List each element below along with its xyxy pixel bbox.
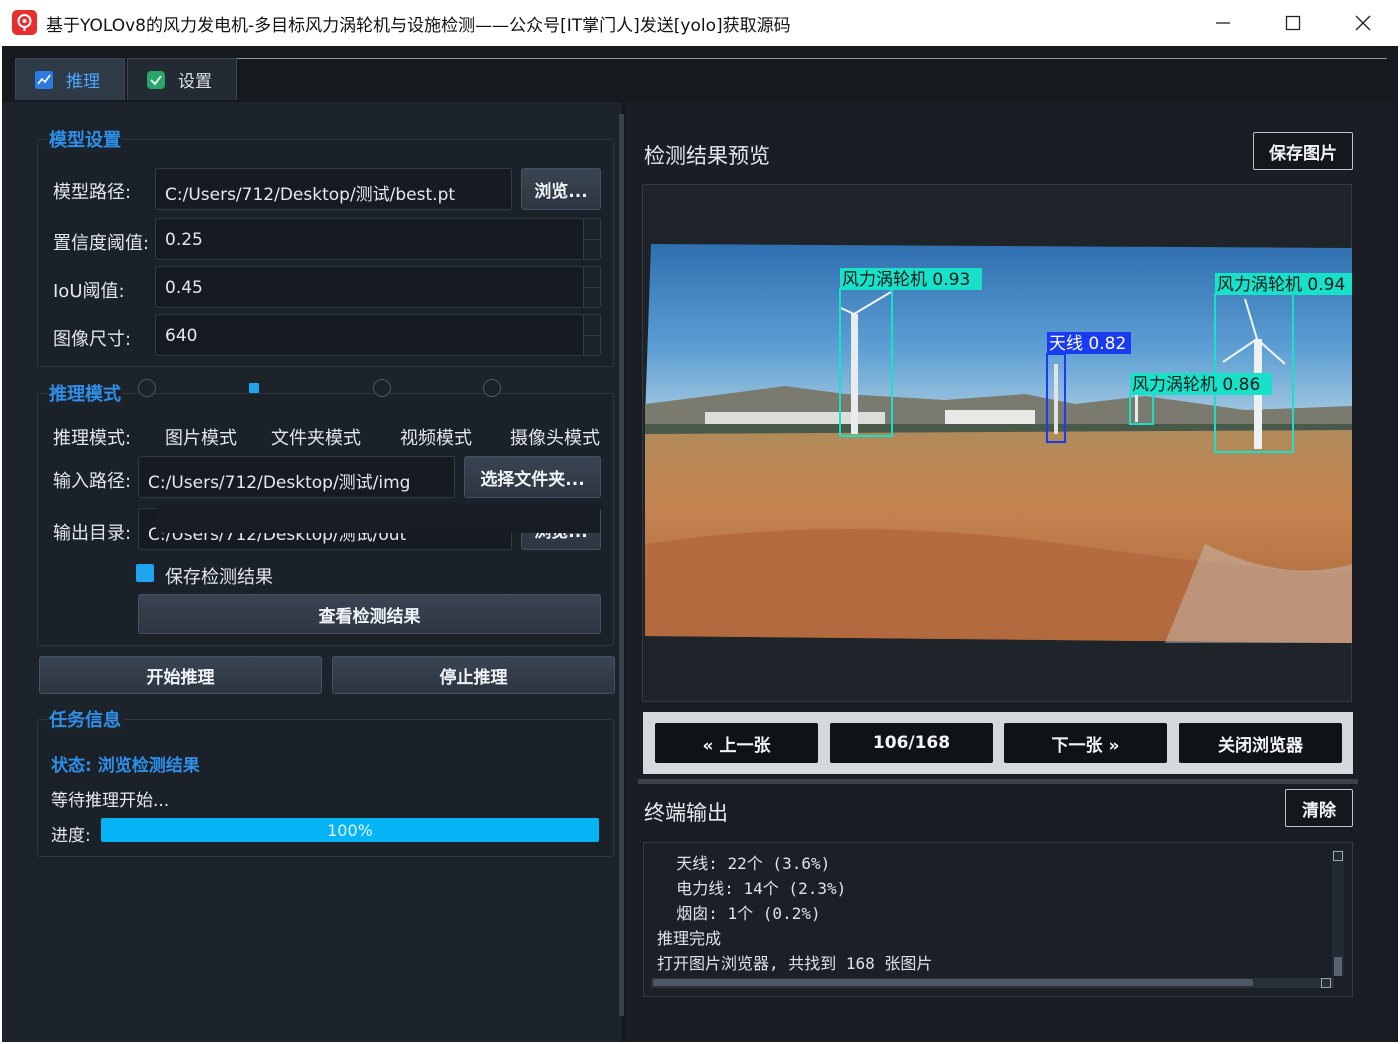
radio-image-mode[interactable] bbox=[138, 379, 156, 397]
imgsz-value: 640 bbox=[165, 326, 198, 346]
waiting-message: 等待推理开始... bbox=[51, 791, 170, 811]
next-image-button[interactable]: 下一张 » bbox=[1004, 723, 1167, 763]
iou-spinbox[interactable]: 0.45 bbox=[155, 266, 601, 308]
save-results-row bbox=[156, 505, 600, 533]
maximize-icon bbox=[1285, 15, 1301, 31]
close-browser-button[interactable]: 关闭浏览器 bbox=[1179, 723, 1342, 763]
scroll-right-icon[interactable] bbox=[1321, 978, 1331, 988]
imgsz-spin-arrows[interactable] bbox=[583, 315, 600, 355]
view-results-button[interactable]: 查看检测结果 bbox=[138, 594, 601, 634]
mode-label: 推理模式: bbox=[53, 428, 132, 449]
title-bar: 基于YOLOv8的风力发电机-多目标风力涡轮机与设施检测——公众号[IT掌门人]… bbox=[0, 0, 1400, 46]
model-path-input[interactable]: C:/Users/712/Desktop/测试/best.pt bbox=[155, 168, 512, 210]
terminal-horizontal-scroll-thumb[interactable] bbox=[653, 979, 1253, 986]
save-image-button[interactable]: 保存图片 bbox=[1253, 132, 1353, 170]
scroll-up-icon[interactable] bbox=[1333, 851, 1343, 861]
checkmark-icon bbox=[146, 70, 166, 90]
start-inference-button[interactable]: 开始推理 bbox=[39, 656, 322, 694]
window-title: 基于YOLOv8的风力发电机-多目标风力涡轮机与设施检测——公众号[IT掌门人]… bbox=[46, 16, 791, 36]
iou-value: 0.45 bbox=[165, 278, 203, 298]
radio-folder-mode[interactable] bbox=[249, 383, 259, 393]
input-path-label: 输入路径: bbox=[53, 471, 132, 492]
tab-bar-line bbox=[237, 58, 1387, 59]
image-mode-label[interactable]: 图片模式 bbox=[165, 424, 237, 450]
chart-icon bbox=[34, 70, 54, 90]
tab-inference[interactable]: 推理 bbox=[15, 58, 125, 100]
close-button[interactable] bbox=[1328, 0, 1398, 46]
task-info-title: 任务信息 bbox=[47, 706, 123, 732]
terminal-line: 天线: 22个 (3.6%) bbox=[657, 854, 831, 873]
terminal-line: 电力线: 14个 (2.3%) bbox=[657, 879, 847, 898]
imgsz-spinbox[interactable]: 640 bbox=[155, 314, 601, 356]
model-settings-title: 模型设置 bbox=[47, 126, 123, 152]
input-path-field[interactable]: C:/Users/712/Desktop/测试/img bbox=[138, 456, 455, 498]
clear-button[interactable]: 清除 bbox=[1285, 789, 1353, 827]
video-mode-label[interactable]: 视频模式 bbox=[400, 424, 472, 450]
terminal-line: 推理完成 bbox=[657, 929, 722, 948]
model-path-label: 模型路径: bbox=[53, 182, 132, 203]
terminal-line: 打开图片浏览器, 共找到 168 张图片 bbox=[657, 954, 933, 973]
close-icon bbox=[1355, 15, 1371, 31]
iou-label: IoU阈值: bbox=[53, 281, 125, 302]
minimize-icon bbox=[1216, 22, 1230, 24]
output-dir-label: 输出目录: bbox=[53, 523, 132, 544]
select-folder-button[interactable]: 选择文件夹... bbox=[464, 456, 601, 498]
save-results-label[interactable]: 保存检测结果 bbox=[165, 563, 273, 589]
detection-label-turbine-3: 风力涡轮机 0.86 bbox=[1132, 375, 1260, 395]
save-results-checkbox[interactable] bbox=[136, 564, 154, 582]
inference-mode-title: 推理模式 bbox=[47, 380, 123, 406]
tab-inference-label: 推理 bbox=[66, 72, 100, 92]
camera-mode-label[interactable]: 摄像头模式 bbox=[510, 424, 600, 450]
terminal-splitter[interactable] bbox=[638, 779, 1358, 784]
radio-camera-mode[interactable] bbox=[483, 379, 501, 397]
imgsz-label: 图像尺寸: bbox=[53, 329, 132, 350]
iou-spin-arrows[interactable] bbox=[583, 267, 600, 307]
maximize-button[interactable] bbox=[1258, 0, 1328, 46]
progress-label: 进度: bbox=[51, 826, 91, 846]
tab-settings[interactable]: 设置 bbox=[127, 58, 237, 100]
folder-mode-label[interactable]: 文件夹模式 bbox=[271, 424, 361, 450]
app-logo-icon bbox=[12, 10, 37, 35]
tab-settings-label: 设置 bbox=[178, 72, 212, 92]
detection-preview-image: 风力涡轮机 0.93 风力涡轮机 0.94 天线 0.82 风力涡轮机 0.86 bbox=[645, 244, 1352, 643]
conf-spin-arrows[interactable] bbox=[583, 219, 600, 259]
model-browse-button[interactable]: 浏览... bbox=[521, 168, 601, 210]
detection-label-turbine-1: 风力涡轮机 0.93 bbox=[842, 270, 970, 290]
preview-title: 检测结果预览 bbox=[644, 144, 770, 168]
minimize-button[interactable] bbox=[1188, 0, 1258, 46]
terminal-title: 终端输出 bbox=[644, 801, 728, 825]
terminal-vertical-scroll-thumb[interactable] bbox=[1334, 957, 1342, 976]
progress-bar: 100% bbox=[101, 818, 599, 842]
detection-label-antenna: 天线 0.82 bbox=[1049, 334, 1126, 354]
radio-video-mode[interactable] bbox=[373, 379, 391, 397]
prev-image-button[interactable]: « 上一张 bbox=[655, 723, 818, 763]
detection-label-turbine-2: 风力涡轮机 0.94 bbox=[1217, 275, 1345, 295]
conf-value: 0.25 bbox=[165, 230, 203, 250]
panel-splitter[interactable] bbox=[619, 114, 624, 1016]
stop-inference-button[interactable]: 停止推理 bbox=[332, 656, 615, 694]
terminal-line: 烟囱: 1个 (0.2%) bbox=[657, 904, 821, 923]
image-counter: 106/168 bbox=[830, 723, 993, 763]
progress-text: 100% bbox=[327, 820, 373, 840]
conf-spinbox[interactable]: 0.25 bbox=[155, 218, 601, 260]
status-text: 状态: 浏览检测结果 bbox=[51, 756, 200, 776]
conf-label: 置信度阈值: bbox=[53, 233, 150, 254]
